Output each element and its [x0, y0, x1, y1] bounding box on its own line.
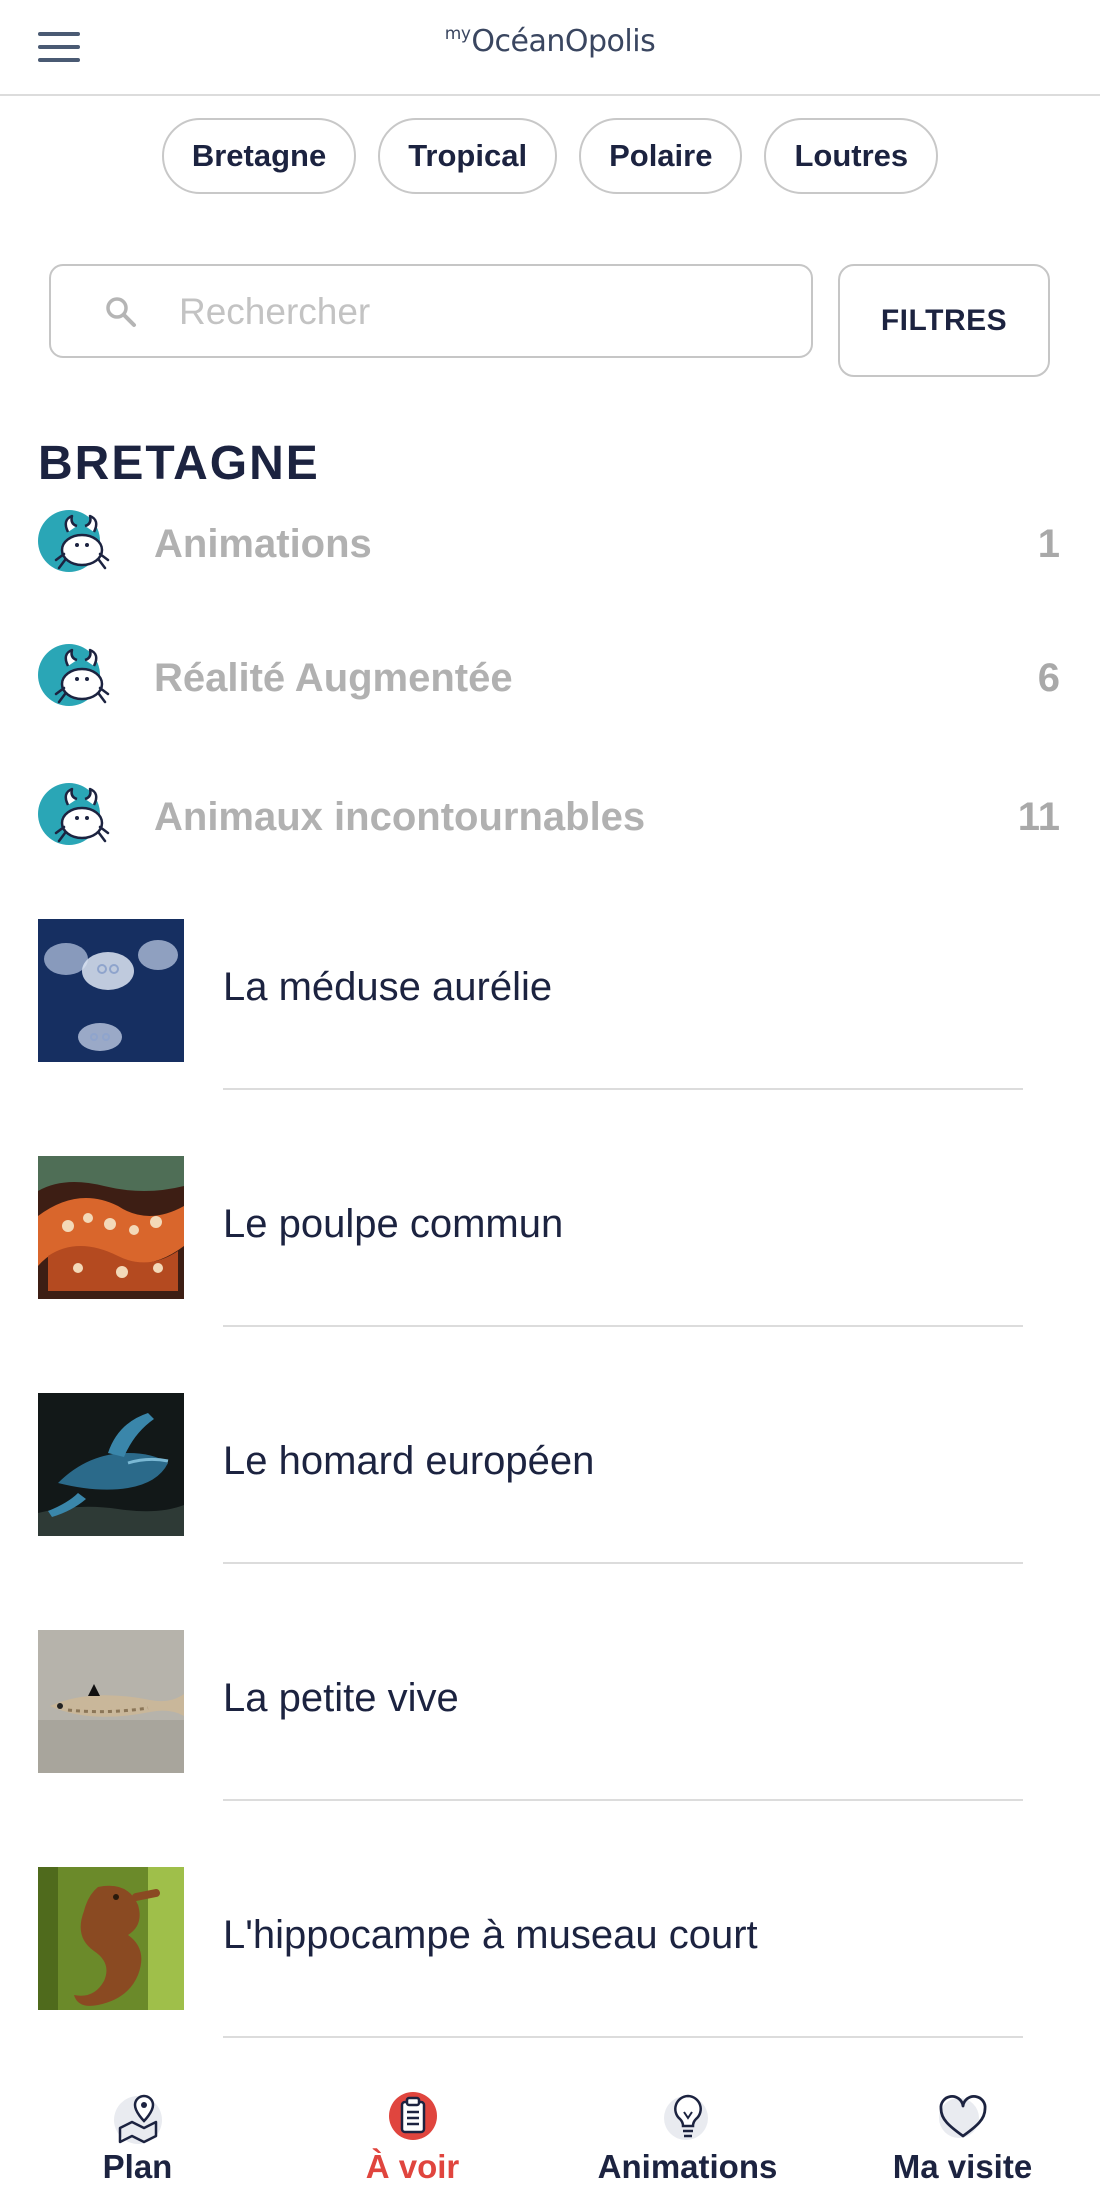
list-item-poulpe[interactable]: Le poulpe commun: [38, 1156, 1060, 1327]
divider: [223, 1088, 1023, 1090]
category-realite-augmentee[interactable]: Réalité Augmentée 6: [38, 638, 1060, 718]
category-label: Réalité Augmentée: [154, 656, 513, 700]
nav-label: À voir: [365, 2148, 460, 2185]
category-animations[interactable]: Animations 1: [38, 504, 1060, 584]
nav-label: Animations: [597, 2148, 778, 2185]
species-label: L'hippocampe à museau court: [223, 1913, 758, 1957]
crab-icon: [38, 510, 110, 572]
app-header: myOcéanOpolis: [0, 0, 1100, 96]
weever-fish-photo: [38, 1630, 184, 1773]
species-label: Le poulpe commun: [223, 1202, 564, 1246]
search-box: [49, 264, 813, 358]
nav-label: Plan: [102, 2148, 173, 2185]
seahorse-photo: [38, 1867, 184, 2010]
species-label: La petite vive: [223, 1676, 459, 1720]
nav-animations[interactable]: Animations: [550, 2060, 825, 2200]
chip-bretagne[interactable]: Bretagne: [161, 118, 357, 194]
divider: [223, 1562, 1023, 1564]
category-animaux-incontournables[interactable]: Animaux incontournables 11: [38, 777, 1060, 857]
app-logo: myOcéanOpolis: [444, 24, 656, 59]
search-icon: [106, 297, 136, 327]
chip-tropical[interactable]: Tropical: [378, 118, 558, 194]
zone-chips: Bretagne Tropical Polaire Loutres: [0, 118, 1100, 194]
bottom-nav: Plan À voir Animations Ma visite: [0, 2060, 1100, 2200]
chip-loutres[interactable]: Loutres: [764, 118, 939, 194]
list-item-hippocampe[interactable]: L'hippocampe à museau court: [38, 1867, 1060, 2038]
category-count: 1: [1037, 522, 1060, 566]
category-count: 11: [1017, 795, 1060, 839]
crab-icon: [38, 644, 110, 706]
list-item-petite-vive[interactable]: La petite vive: [38, 1630, 1060, 1801]
nav-plan[interactable]: Plan: [0, 2060, 275, 2200]
nav-a-voir[interactable]: À voir: [275, 2060, 550, 2200]
lobster-photo: [38, 1393, 184, 1536]
list-item-homard[interactable]: Le homard européen: [38, 1393, 1060, 1564]
section-title: BRETAGNE: [38, 437, 320, 490]
octopus-photo: [38, 1156, 184, 1299]
category-label: Animaux incontournables: [154, 795, 646, 839]
clipboard-icon: [388, 2092, 437, 2140]
list-item-meduse[interactable]: La méduse aurélie: [38, 919, 1060, 1090]
nav-ma-visite[interactable]: Ma visite: [825, 2060, 1100, 2200]
category-count: 6: [1037, 656, 1060, 700]
species-label: La méduse aurélie: [223, 965, 553, 1009]
nav-label: Ma visite: [892, 2148, 1033, 2185]
heart-icon: [938, 2095, 986, 2138]
divider: [223, 1799, 1023, 1801]
species-label: Le homard européen: [223, 1439, 595, 1483]
crab-icon: [38, 783, 110, 845]
search-input[interactable]: [179, 280, 779, 344]
map-pin-icon: [113, 2094, 162, 2144]
filters-button[interactable]: FILTRES: [838, 264, 1050, 377]
jellyfish-photo: [38, 919, 184, 1062]
category-label: Animations: [154, 522, 372, 566]
lightbulb-icon: [663, 2094, 708, 2140]
divider: [223, 2036, 1023, 2038]
chip-polaire[interactable]: Polaire: [579, 118, 743, 194]
divider: [223, 1325, 1023, 1327]
